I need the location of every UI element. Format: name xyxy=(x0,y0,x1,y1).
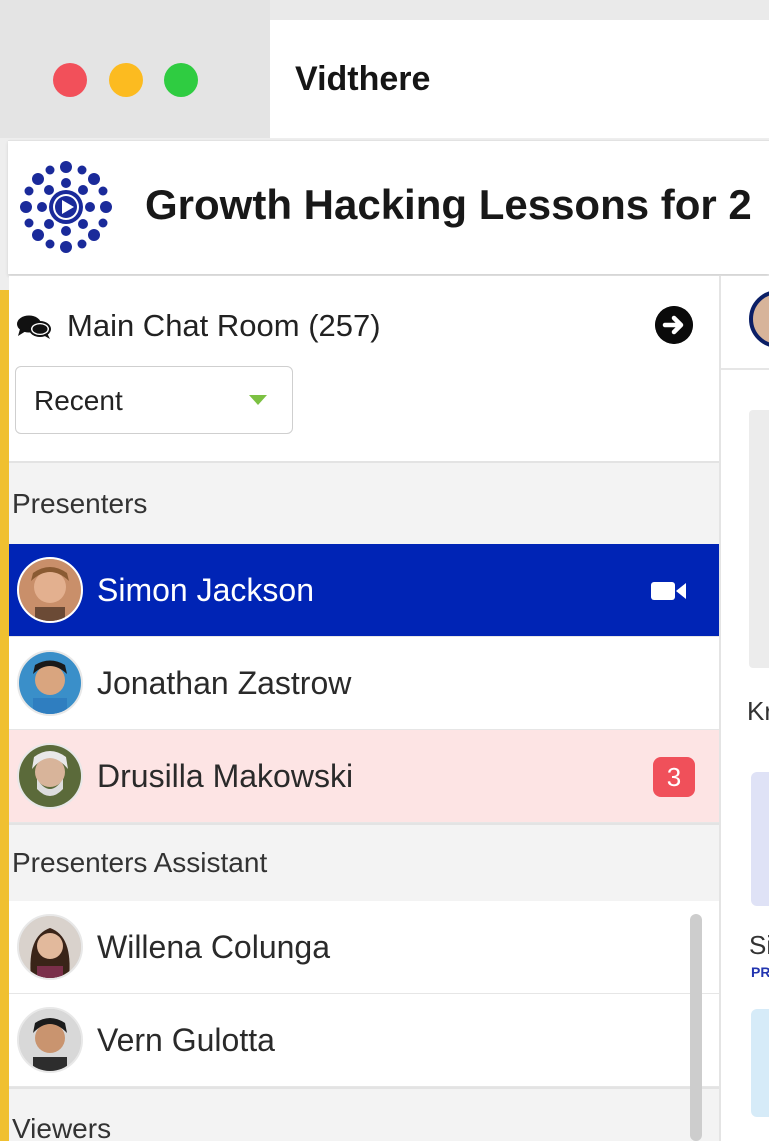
sort-dropdown-value: Recent xyxy=(34,385,123,416)
titlebar-strip xyxy=(270,0,769,20)
section-title: Presenters Assistant xyxy=(12,847,268,878)
chat-bubbles-icon xyxy=(17,315,51,339)
avatar xyxy=(17,743,83,809)
section-header-viewers: Viewers xyxy=(9,1087,719,1141)
host-avatar[interactable] xyxy=(749,290,769,348)
avatar xyxy=(17,557,83,623)
main-top-row xyxy=(721,276,769,370)
accent-bar xyxy=(0,290,9,1141)
section-header-presenters-assistant: Presenters Assistant xyxy=(9,823,719,901)
unread-count-badge: 3 xyxy=(653,757,695,797)
participant-name: Jonathan Zastrow xyxy=(97,665,352,701)
participant-row-willena-colunga[interactable]: Willena Colunga xyxy=(9,901,719,994)
arrow-right-circle-icon[interactable] xyxy=(655,306,693,344)
section-title: Presenters xyxy=(12,488,148,519)
attendee-sidebar: Main Chat Room (257) Recent Presenters S… xyxy=(9,276,719,1141)
avatar xyxy=(17,1007,83,1073)
participant-row-drusilla-makowski[interactable]: Drusilla Makowski 3 xyxy=(9,730,719,823)
video-camera-icon[interactable] xyxy=(651,580,687,602)
clipped-text: Si xyxy=(749,930,769,960)
content-card[interactable] xyxy=(751,1009,769,1117)
participant-row-simon-jackson[interactable]: Simon Jackson xyxy=(9,544,719,637)
clipped-text: Kr xyxy=(747,696,769,726)
chat-room-label: Main Chat Room (257) xyxy=(67,308,381,343)
video-placeholder xyxy=(749,410,769,668)
webinar-title: Growth Hacking Lessons for 2 xyxy=(145,181,752,228)
window-titlebar: Vidthere xyxy=(0,0,769,138)
participant-row-vern-gulotta[interactable]: Vern Gulotta xyxy=(9,994,719,1087)
maximize-window-button[interactable] xyxy=(164,63,198,97)
section-title: Viewers xyxy=(12,1113,112,1141)
close-window-button[interactable] xyxy=(53,63,87,97)
content-card[interactable] xyxy=(751,772,769,906)
minimize-window-button[interactable] xyxy=(109,63,143,97)
participant-row-jonathan-zastrow[interactable]: Jonathan Zastrow xyxy=(9,637,719,730)
participant-name: Drusilla Makowski xyxy=(97,758,354,794)
clipped-role-text: PR xyxy=(751,964,769,980)
participant-name: Simon Jackson xyxy=(97,572,314,608)
main-panel: Kr Si PR xyxy=(719,276,769,1141)
sidebar-scrollbar[interactable] xyxy=(690,914,702,1141)
app-title: Vidthere xyxy=(295,60,431,98)
participant-name: Willena Colunga xyxy=(97,929,331,965)
participant-name: Vern Gulotta xyxy=(97,1022,275,1058)
chevron-down-icon xyxy=(249,395,267,405)
vidthere-logo-icon xyxy=(20,161,112,253)
section-header-presenters: Presenters xyxy=(9,461,719,544)
sort-dropdown[interactable]: Recent xyxy=(15,366,293,434)
chat-room-row[interactable]: Main Chat Room (257) xyxy=(9,276,719,376)
avatar xyxy=(17,650,83,716)
webinar-header: Growth Hacking Lessons for 2 xyxy=(8,140,769,274)
avatar xyxy=(17,914,83,980)
